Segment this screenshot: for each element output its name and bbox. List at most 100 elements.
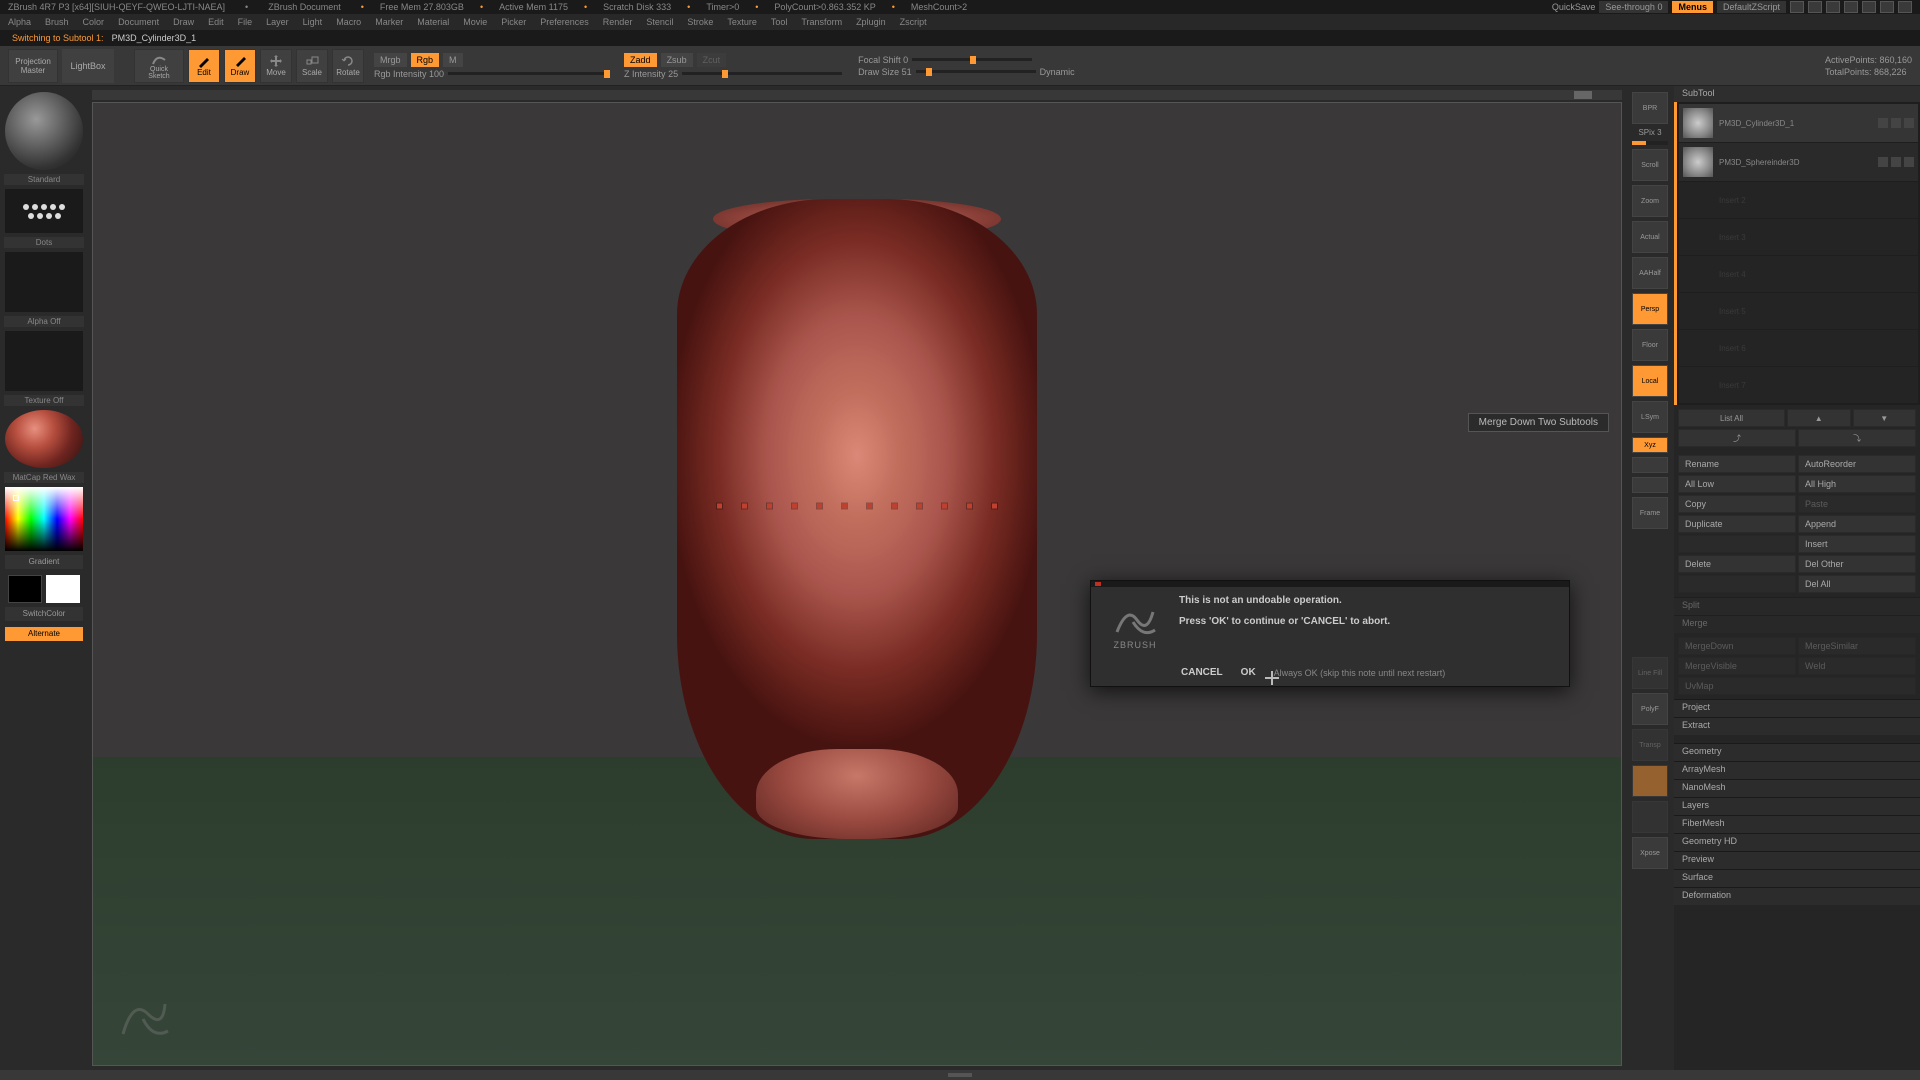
menu-stencil[interactable]: Stencil xyxy=(646,17,673,27)
menu-texture[interactable]: Texture xyxy=(727,17,757,27)
floor-button[interactable]: Floor xyxy=(1632,329,1668,361)
scale-button[interactable]: Scale xyxy=(296,49,328,83)
vis-icon[interactable] xyxy=(1904,157,1914,167)
copy-button[interactable]: Copy xyxy=(1678,495,1796,513)
move-down-icon[interactable]: ⤵ xyxy=(1798,429,1916,447)
zcut-chip[interactable]: Zcut xyxy=(697,53,727,67)
mergevisible-button[interactable]: MergeVisible xyxy=(1678,657,1796,675)
del-all-button[interactable]: Del All xyxy=(1798,575,1916,593)
menu-stroke[interactable]: Stroke xyxy=(687,17,713,27)
paste-button[interactable]: Paste xyxy=(1798,495,1916,513)
menu-zplugin[interactable]: Zplugin xyxy=(856,17,886,27)
window-btn-2[interactable] xyxy=(1808,1,1822,13)
texture-preview[interactable] xyxy=(5,331,83,391)
window-btn-7[interactable] xyxy=(1898,1,1912,13)
resize-grip[interactable] xyxy=(948,1073,972,1077)
menu-brush[interactable]: Brush xyxy=(45,17,69,27)
rename-button[interactable]: Rename xyxy=(1678,455,1796,473)
cancel-button[interactable]: CANCEL xyxy=(1181,667,1223,678)
m-small-1[interactable] xyxy=(1632,457,1668,473)
menu-picker[interactable]: Picker xyxy=(501,17,526,27)
section-fibermesh[interactable]: FiberMesh xyxy=(1674,815,1920,833)
rgb-chip[interactable]: Rgb xyxy=(411,53,440,67)
autoreorder-button[interactable]: AutoReorder xyxy=(1798,455,1916,473)
zadd-chip[interactable]: Zadd xyxy=(624,53,657,67)
mergesimilar-button[interactable]: MergeSimilar xyxy=(1798,637,1916,655)
edit-button[interactable]: Edit xyxy=(188,49,220,83)
lf-button[interactable]: Line Fill xyxy=(1632,657,1668,689)
ok-button[interactable]: OK xyxy=(1241,667,1256,678)
list-all-button[interactable]: List All xyxy=(1678,409,1785,427)
menu-file[interactable]: File xyxy=(238,17,253,27)
duplicate-button[interactable]: Duplicate xyxy=(1678,515,1796,533)
mrgb-chip[interactable]: Mrgb xyxy=(374,53,407,67)
polyf-button[interactable]: PolyF xyxy=(1632,693,1668,725)
all-low-button[interactable]: All Low xyxy=(1678,475,1796,493)
lsym-button[interactable]: LSym xyxy=(1632,401,1668,433)
rotate-button[interactable]: Rotate xyxy=(332,49,364,83)
append-button[interactable]: Append xyxy=(1798,515,1916,533)
arrow-down-icon[interactable]: ▼ xyxy=(1853,409,1917,427)
window-btn-5[interactable] xyxy=(1862,1,1876,13)
menu-macro[interactable]: Macro xyxy=(336,17,361,27)
rgb-intensity-slider[interactable] xyxy=(448,72,608,75)
subtool-header[interactable]: SubTool xyxy=(1674,86,1920,102)
menu-light[interactable]: Light xyxy=(303,17,323,27)
draw-size-slider[interactable] xyxy=(916,70,1036,73)
section-layers[interactable]: Layers xyxy=(1674,797,1920,815)
xyz-button[interactable]: Xyz xyxy=(1632,437,1668,453)
section-geometry-hd[interactable]: Geometry HD xyxy=(1674,833,1920,851)
menu-layer[interactable]: Layer xyxy=(266,17,289,27)
vis-icon[interactable] xyxy=(1904,118,1914,128)
spix-label[interactable]: SPix 3 xyxy=(1638,128,1661,137)
alpha-preview[interactable] xyxy=(5,252,83,312)
extract-section[interactable]: Extract xyxy=(1674,717,1920,735)
eye-icon[interactable] xyxy=(1878,118,1888,128)
menu-movie[interactable]: Movie xyxy=(463,17,487,27)
menu-render[interactable]: Render xyxy=(603,17,633,27)
uvmap-toggle[interactable]: UvMap xyxy=(1678,677,1916,695)
section-surface[interactable]: Surface xyxy=(1674,869,1920,887)
frame-button[interactable]: Frame xyxy=(1632,497,1668,529)
aahalf-button[interactable]: AAHalf xyxy=(1632,257,1668,289)
menu-draw[interactable]: Draw xyxy=(173,17,194,27)
local-button[interactable]: Local xyxy=(1632,365,1668,397)
m-small-2[interactable] xyxy=(1632,477,1668,493)
scroll-button[interactable]: Scroll xyxy=(1632,149,1668,181)
z-intensity-slider[interactable] xyxy=(682,72,842,75)
see-through[interactable]: See-through 0 xyxy=(1599,1,1668,13)
actual-button[interactable]: Actual xyxy=(1632,221,1668,253)
window-btn-4[interactable] xyxy=(1844,1,1858,13)
stroke-preview[interactable] xyxy=(5,189,83,233)
menu-color[interactable]: Color xyxy=(83,17,105,27)
switch-color-button[interactable]: SwitchColor xyxy=(5,607,83,621)
material-preview[interactable] xyxy=(5,410,83,468)
gradient-button[interactable]: Gradient xyxy=(5,555,83,569)
menu-alpha[interactable]: Alpha xyxy=(8,17,31,27)
menu-transform[interactable]: Transform xyxy=(801,17,842,27)
mergedown-button[interactable]: MergeDown xyxy=(1678,637,1796,655)
menu-edit[interactable]: Edit xyxy=(208,17,224,27)
m-chip[interactable]: M xyxy=(443,53,463,67)
subtool-row[interactable]: PM3D_Sphereinder3D xyxy=(1679,143,1918,181)
section-geometry[interactable]: Geometry xyxy=(1674,743,1920,761)
all-high-button[interactable]: All High xyxy=(1798,475,1916,493)
eye-icon[interactable] xyxy=(1878,157,1888,167)
bpr-button[interactable]: BPR xyxy=(1632,92,1668,124)
draw-button[interactable]: Draw xyxy=(224,49,256,83)
project-section[interactable]: Project xyxy=(1674,699,1920,717)
quicksave-button[interactable]: QuickSave xyxy=(1552,2,1596,12)
menu-zscript[interactable]: Zscript xyxy=(900,17,927,27)
section-deformation[interactable]: Deformation xyxy=(1674,887,1920,905)
lightbox-button[interactable]: LightBox xyxy=(62,49,114,83)
move-button[interactable]: Move xyxy=(260,49,292,83)
menu-material[interactable]: Material xyxy=(417,17,449,27)
ghost-button[interactable] xyxy=(1632,765,1668,797)
window-btn-1[interactable] xyxy=(1790,1,1804,13)
window-btn-3[interactable] xyxy=(1826,1,1840,13)
delete-button[interactable]: Delete xyxy=(1678,555,1796,573)
transp-button[interactable]: Transp xyxy=(1632,729,1668,761)
menu-preferences[interactable]: Preferences xyxy=(540,17,589,27)
subtool-row[interactable]: PM3D_Cylinder3D_1 xyxy=(1679,104,1918,142)
move-up-icon[interactable]: ⤴ xyxy=(1678,429,1796,447)
